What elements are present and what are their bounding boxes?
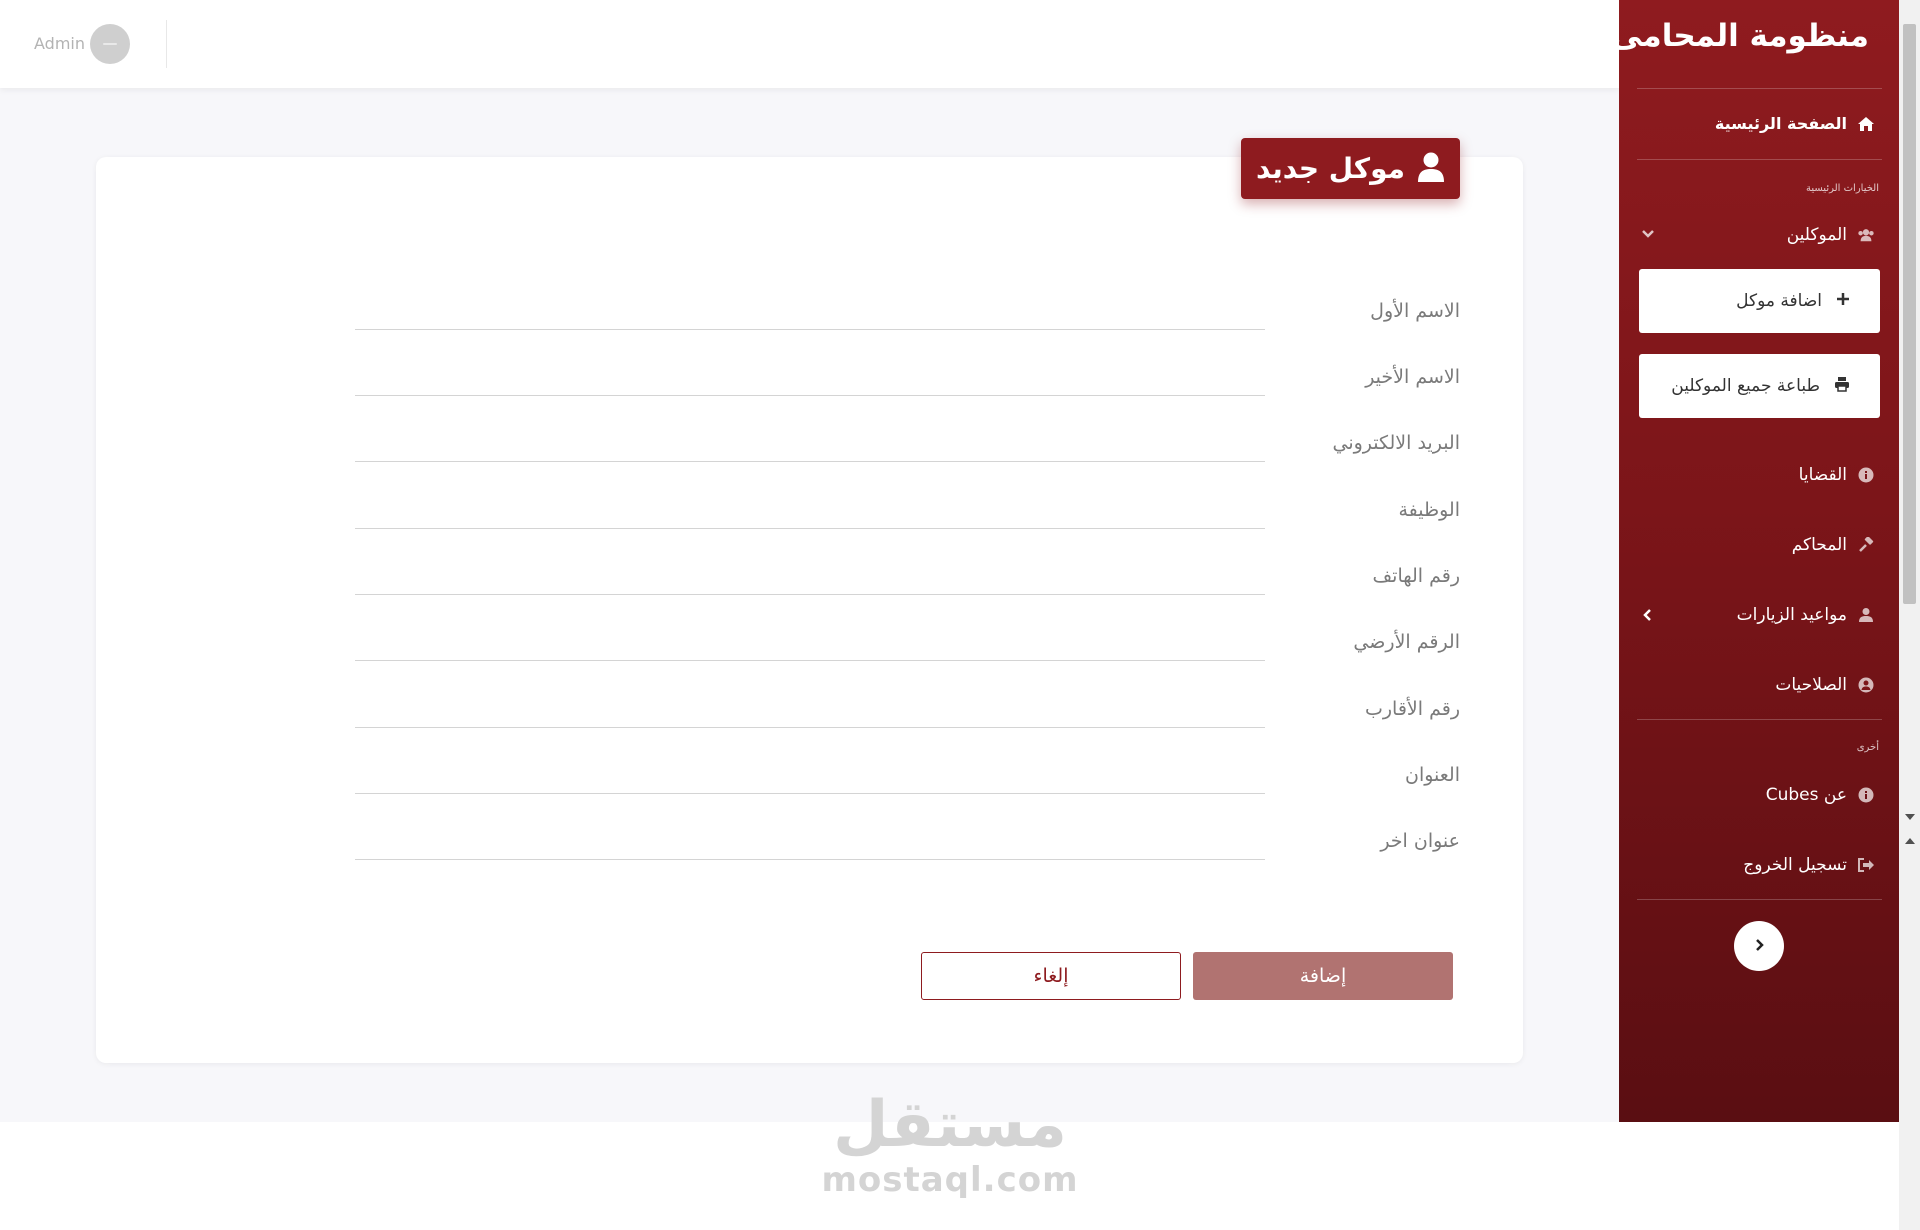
- field-label: الاسم الأخير: [1365, 366, 1460, 388]
- job-field: الوظيفة: [355, 487, 1460, 542]
- info-circle-icon: [1857, 786, 1875, 804]
- users-icon: [1857, 226, 1875, 244]
- sidebar-item-about[interactable]: عن Cubes: [1766, 785, 1875, 805]
- email-input[interactable]: [355, 421, 1265, 462]
- info-circle-icon: [1857, 466, 1875, 484]
- user-icon: [1417, 152, 1445, 186]
- sidebar-item-courts[interactable]: المحاكم: [1792, 535, 1875, 555]
- sidebar-divider: [1637, 159, 1882, 160]
- gavel-icon: [1857, 536, 1875, 554]
- cancel-button[interactable]: إلغاء: [921, 952, 1181, 1000]
- sidebar-item-label: مواعيد الزيارات: [1736, 605, 1847, 625]
- add-client-label: اضافة موكل: [1736, 291, 1822, 311]
- phone-input[interactable]: [355, 554, 1265, 595]
- section-heading-other: أخرى: [1856, 742, 1879, 753]
- section-heading-main: الخيارات الرئيسية: [1806, 183, 1879, 194]
- field-label: الوظيفة: [1398, 499, 1460, 521]
- landline-field: الرقم الأرضي: [355, 619, 1460, 674]
- sign-out-icon: [1857, 856, 1875, 874]
- sidebar-item-label: عن Cubes: [1765, 785, 1847, 805]
- sidebar-item-label: المحاكم: [1791, 535, 1847, 555]
- sidebar-item-permissions[interactable]: الصلاحيات: [1775, 675, 1875, 695]
- job-input[interactable]: [355, 488, 1265, 529]
- field-label: الاسم الأول: [1370, 300, 1460, 322]
- watermark-arabic: مستقل: [832, 1088, 1068, 1162]
- sidebar-item-label: الموكلين: [1786, 225, 1847, 245]
- scroll-down-arrow-icon[interactable]: [1905, 814, 1915, 820]
- sidebar-item-label: الصلاحيات: [1775, 675, 1847, 695]
- sidebar-divider: [1637, 88, 1882, 89]
- sidebar-item-clients[interactable]: الموكلين: [1787, 225, 1875, 245]
- app-title: منظومة المحامى: [1611, 18, 1869, 54]
- landline-input[interactable]: [355, 620, 1265, 661]
- watermark-latin: mostaql.com: [821, 1160, 1079, 1200]
- field-label: العنوان: [1404, 764, 1460, 786]
- field-label: رقم الأقارب: [1365, 698, 1460, 720]
- phone-field: رقم الهاتف: [355, 553, 1460, 608]
- add-client-button[interactable]: اضافة موكل: [1639, 269, 1880, 333]
- chevron-left-icon[interactable]: [1641, 607, 1655, 621]
- user-circle-icon: [1857, 676, 1875, 694]
- sidebar-toggle-button[interactable]: [1734, 921, 1784, 971]
- sidebar-item-cases[interactable]: القضايا: [1799, 465, 1875, 485]
- scroll-up-arrow-icon[interactable]: [1905, 838, 1915, 844]
- sidebar-item-label: القضايا: [1798, 465, 1847, 485]
- address-input[interactable]: [355, 753, 1265, 794]
- scrollbar-thumb[interactable]: [1903, 24, 1916, 604]
- last-name-input[interactable]: [355, 355, 1265, 396]
- email-field: البريد الالكتروني: [355, 420, 1460, 475]
- sidebar-item-visits[interactable]: مواعيد الزيارات: [1737, 605, 1875, 625]
- page-scrollbar[interactable]: [1899, 0, 1920, 1230]
- field-label: الرقم الأرضي: [1353, 631, 1460, 653]
- other-address-input[interactable]: [355, 819, 1265, 860]
- sidebar-item-label: الصفحة الرئيسية: [1714, 114, 1847, 133]
- page-title: موكل جديد: [1256, 152, 1405, 185]
- relatives-phone-field: رقم الأقارب: [355, 686, 1460, 741]
- sidebar-item-logout[interactable]: تسجيل الخروج: [1743, 855, 1875, 875]
- card-header-badge: موكل جديد: [1241, 138, 1460, 199]
- home-icon: [1857, 115, 1875, 133]
- field-label: رقم الهاتف: [1372, 565, 1460, 587]
- address-field: العنوان: [355, 752, 1460, 807]
- avatar[interactable]: [90, 24, 130, 64]
- field-label: البريد الالكتروني: [1332, 432, 1461, 454]
- sidebar: منظومة المحامى الصفحة الرئيسية الخيارات …: [1611, 0, 1899, 1122]
- plus-icon: [1836, 291, 1850, 311]
- user-icon: [1857, 606, 1875, 624]
- sidebar-item-label: تسجيل الخروج: [1743, 855, 1847, 875]
- print-icon: [1834, 376, 1850, 397]
- top-bar: Admin: [0, 0, 1619, 88]
- sidebar-divider: [1637, 899, 1882, 900]
- first-name-input[interactable]: [355, 289, 1265, 330]
- first-name-field: الاسم الأول: [355, 288, 1460, 343]
- sidebar-item-home[interactable]: الصفحة الرئيسية: [1715, 114, 1875, 133]
- submit-button[interactable]: إضافة: [1193, 952, 1453, 1000]
- sidebar-divider: [1637, 719, 1882, 720]
- print-clients-button[interactable]: طباعة جميع الموكلين: [1639, 354, 1880, 418]
- other-address-field: عنوان اخر: [355, 818, 1460, 873]
- user-name[interactable]: Admin: [34, 34, 85, 53]
- print-clients-label: طباعة جميع الموكلين: [1671, 376, 1820, 396]
- avatar-placeholder-icon: [103, 43, 117, 45]
- relatives-phone-input[interactable]: [355, 687, 1265, 728]
- topbar-divider: [166, 20, 167, 68]
- watermark: مستقل mostaql.com: [820, 1090, 1080, 1200]
- chevron-right-icon: [1752, 937, 1766, 956]
- last-name-field: الاسم الأخير: [355, 354, 1460, 409]
- field-label: عنوان اخر: [1380, 830, 1460, 852]
- chevron-down-icon[interactable]: [1641, 226, 1655, 240]
